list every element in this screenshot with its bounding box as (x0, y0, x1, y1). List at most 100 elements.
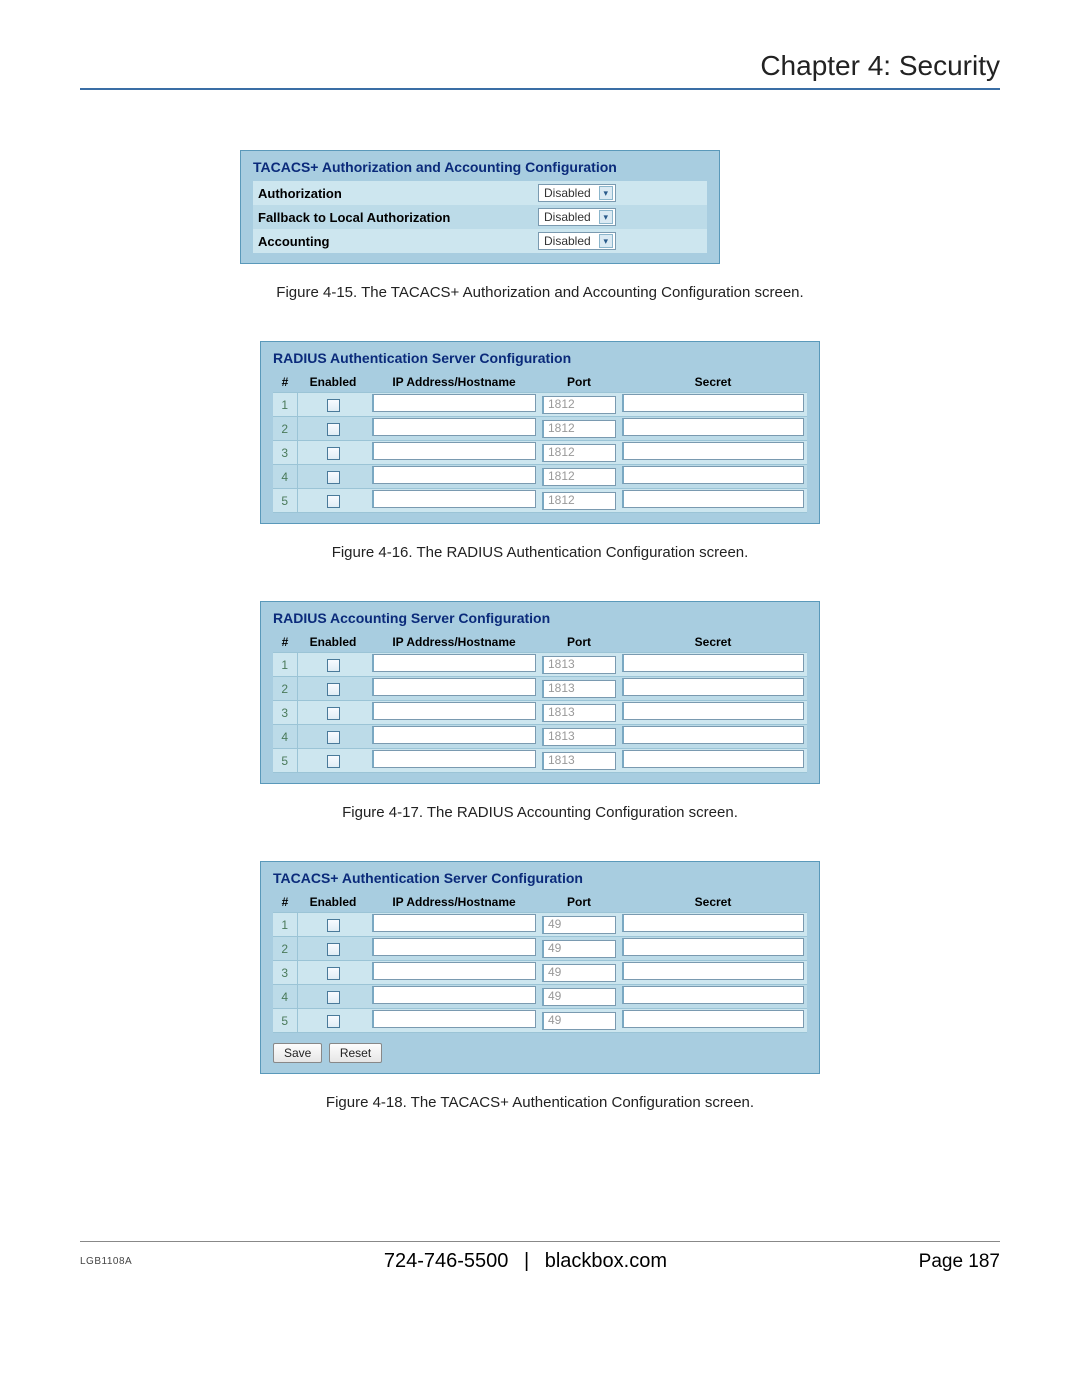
port-input[interactable]: 49 (542, 916, 616, 934)
row-index: 4 (273, 465, 297, 489)
footer-separator: | (524, 1250, 529, 1272)
enabled-checkbox[interactable] (327, 471, 340, 484)
enabled-checkbox[interactable] (327, 943, 340, 956)
port-input[interactable]: 1812 (542, 420, 616, 438)
page-footer: LGB1108A 724-746-5500 | blackbox.com Pag… (80, 1241, 1000, 1273)
row-index: 5 (273, 749, 297, 773)
fallback-label: Fallback to Local Authorization (253, 205, 533, 229)
enabled-checkbox[interactable] (327, 659, 340, 672)
port-input[interactable]: 1813 (542, 752, 616, 770)
table-row: 11812 (273, 393, 807, 417)
col-ip: IP Address/Hostname (369, 372, 539, 393)
secret-input[interactable] (622, 962, 804, 980)
port-input[interactable]: 1813 (542, 680, 616, 698)
secret-input[interactable] (622, 466, 804, 484)
enabled-checkbox[interactable] (327, 683, 340, 696)
enabled-checkbox[interactable] (327, 991, 340, 1004)
save-button[interactable]: Save (273, 1043, 322, 1063)
secret-input[interactable] (622, 702, 804, 720)
enabled-checkbox[interactable] (327, 447, 340, 460)
enabled-checkbox[interactable] (327, 919, 340, 932)
reset-button[interactable]: Reset (329, 1043, 382, 1063)
row-index: 1 (273, 913, 297, 937)
ip-hostname-input[interactable] (372, 962, 536, 980)
port-input[interactable]: 1813 (542, 704, 616, 722)
secret-input[interactable] (622, 442, 804, 460)
col-port: Port (539, 372, 619, 393)
figure-caption-16: Figure 4-16. The RADIUS Authentication C… (80, 544, 1000, 561)
radius-auth-panel: RADIUS Authentication Server Configurati… (260, 341, 820, 524)
ip-hostname-input[interactable] (372, 702, 536, 720)
tacacs-auth-table: # Enabled IP Address/Hostname Port Secre… (273, 892, 807, 1033)
secret-input[interactable] (622, 418, 804, 436)
ip-hostname-input[interactable] (372, 466, 536, 484)
table-row: 4 49 (273, 985, 807, 1009)
secret-input[interactable] (622, 914, 804, 932)
secret-input[interactable] (622, 750, 804, 768)
col-enabled: Enabled (297, 372, 369, 393)
row-index: 4 (273, 985, 297, 1009)
ip-hostname-input[interactable] (372, 654, 536, 672)
ip-hostname-input[interactable] (372, 1010, 536, 1028)
fallback-select[interactable]: Disabled ▾ (538, 208, 616, 226)
tacacs-auth-panel: TACACS+ Authentication Server Configurat… (260, 861, 820, 1074)
table-row: 51812 (273, 489, 807, 513)
row-index: 2 (273, 937, 297, 961)
radius-acct-table: # Enabled IP Address/Hostname Port Secre… (273, 632, 807, 773)
secret-input[interactable] (622, 394, 804, 412)
ip-hostname-input[interactable] (372, 442, 536, 460)
secret-input[interactable] (622, 1010, 804, 1028)
figure-caption-15: Figure 4-15. The TACACS+ Authorization a… (80, 284, 1000, 301)
enabled-checkbox[interactable] (327, 707, 340, 720)
col-num: # (273, 372, 297, 393)
panel-title: TACACS+ Authentication Server Configurat… (273, 870, 807, 886)
ip-hostname-input[interactable] (372, 394, 536, 412)
port-input[interactable]: 1812 (542, 492, 616, 510)
ip-hostname-input[interactable] (372, 678, 536, 696)
secret-input[interactable] (622, 938, 804, 956)
ip-hostname-input[interactable] (372, 914, 536, 932)
ip-hostname-input[interactable] (372, 986, 536, 1004)
enabled-checkbox[interactable] (327, 731, 340, 744)
ip-hostname-input[interactable] (372, 418, 536, 436)
secret-input[interactable] (622, 654, 804, 672)
chevron-down-icon: ▾ (599, 210, 613, 224)
enabled-checkbox[interactable] (327, 967, 340, 980)
enabled-checkbox[interactable] (327, 399, 340, 412)
ip-hostname-input[interactable] (372, 490, 536, 508)
port-input[interactable]: 1812 (542, 444, 616, 462)
enabled-checkbox[interactable] (327, 1015, 340, 1028)
secret-input[interactable] (622, 678, 804, 696)
port-input[interactable]: 1812 (542, 396, 616, 414)
port-input[interactable]: 49 (542, 988, 616, 1006)
select-value: Disabled (544, 186, 591, 200)
col-secret: Secret (619, 892, 807, 913)
table-row: 349 (273, 961, 807, 985)
col-num: # (273, 892, 297, 913)
enabled-checkbox[interactable] (327, 755, 340, 768)
chevron-down-icon: ▾ (599, 234, 613, 248)
secret-input[interactable] (622, 726, 804, 744)
enabled-checkbox[interactable] (327, 495, 340, 508)
table-row: 31813 (273, 701, 807, 725)
row-index: 2 (273, 677, 297, 701)
accounting-select[interactable]: Disabled ▾ (538, 232, 616, 250)
port-input[interactable]: 1813 (542, 728, 616, 746)
port-input[interactable]: 1813 (542, 656, 616, 674)
ip-hostname-input[interactable] (372, 750, 536, 768)
enabled-checkbox[interactable] (327, 423, 340, 436)
authorization-select[interactable]: Disabled ▾ (538, 184, 616, 202)
ip-hostname-input[interactable] (372, 938, 536, 956)
table-row: 2 49 (273, 937, 807, 961)
col-secret: Secret (619, 632, 807, 653)
table-row: 41813 (273, 725, 807, 749)
radius-auth-table: # Enabled IP Address/Hostname Port Secre… (273, 372, 807, 513)
ip-hostname-input[interactable] (372, 726, 536, 744)
port-input[interactable]: 49 (542, 940, 616, 958)
secret-input[interactable] (622, 986, 804, 1004)
secret-input[interactable] (622, 490, 804, 508)
port-input[interactable]: 49 (542, 1012, 616, 1030)
footer-page: Page 187 (919, 1251, 1000, 1273)
port-input[interactable]: 49 (542, 964, 616, 982)
port-input[interactable]: 1812 (542, 468, 616, 486)
